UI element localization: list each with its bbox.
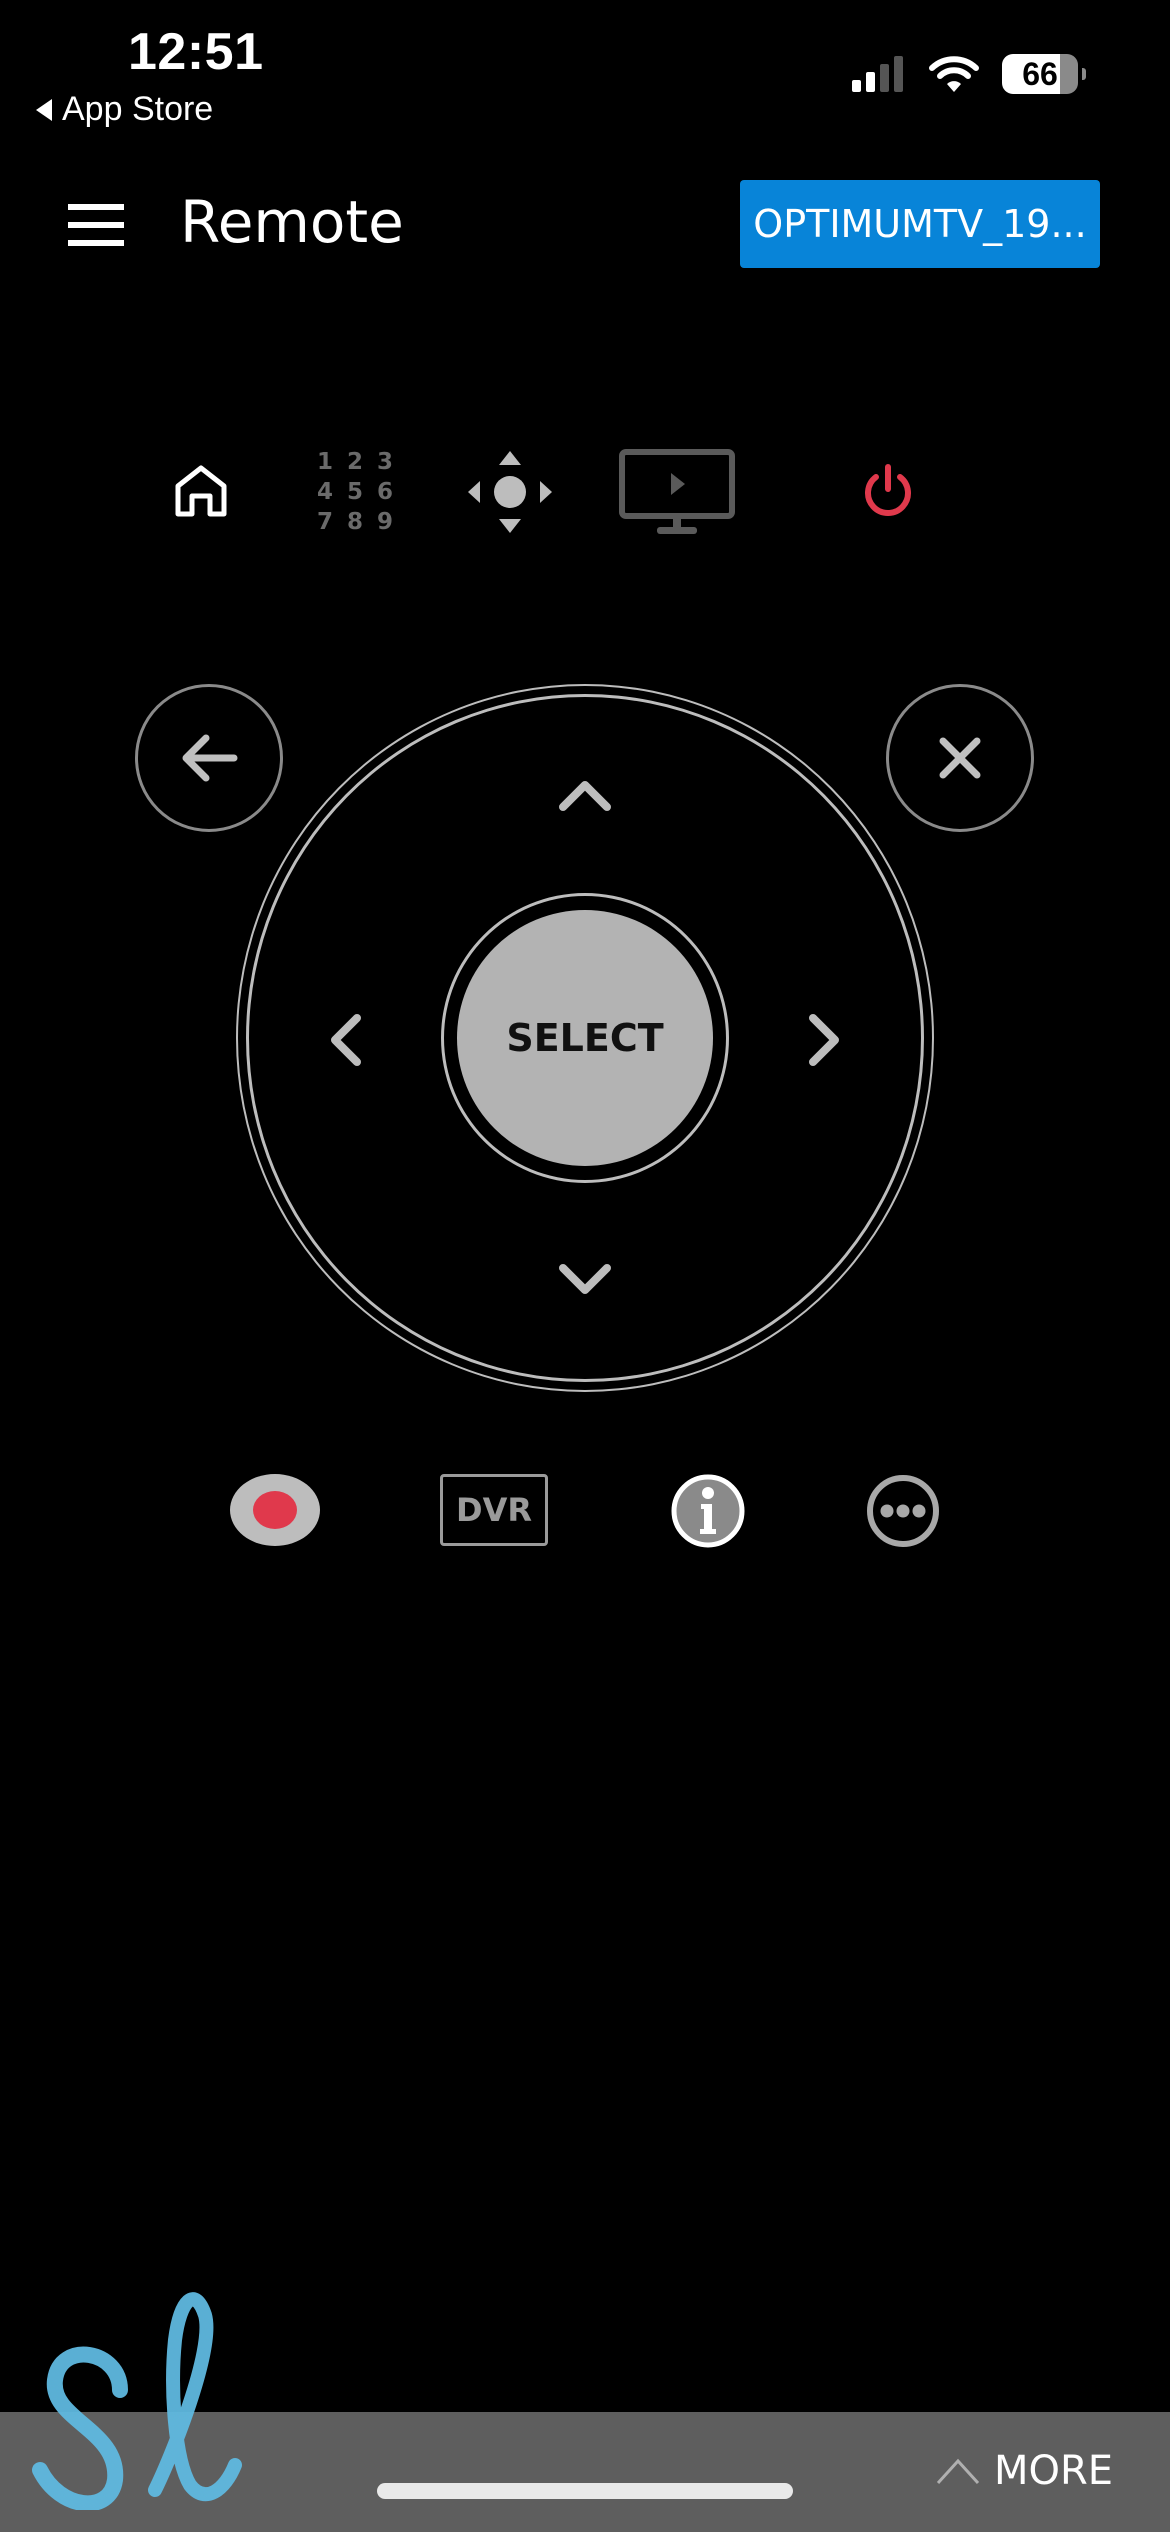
record-button[interactable] [228, 1464, 322, 1556]
close-icon [939, 737, 981, 779]
power-button[interactable] [852, 455, 924, 527]
back-arrow-icon [182, 734, 238, 782]
status-icons: 66 [850, 54, 1086, 94]
wifi-icon [929, 56, 979, 92]
number-keypad-icon: 123 456 789 [316, 449, 393, 535]
device-selector-button[interactable]: OPTIMUMTV_19... [740, 180, 1100, 268]
dpad-left-button[interactable] [315, 1000, 375, 1080]
chevron-up-icon [936, 2458, 980, 2485]
status-time: 12:51 [128, 23, 264, 81]
info-button[interactable] [666, 1469, 750, 1553]
close-button[interactable] [886, 684, 1034, 832]
chevron-up-icon [559, 781, 611, 811]
directional-pad-icon [468, 451, 552, 533]
page-title: Remote [180, 188, 404, 256]
back-app-label: App Store [62, 90, 214, 128]
more-options-icon [867, 1475, 939, 1547]
battery-indicator: 66 [1002, 54, 1086, 94]
hamburger-menu-icon[interactable] [68, 204, 124, 246]
home-icon [175, 465, 227, 517]
select-button[interactable]: SELECT [457, 910, 713, 1166]
back-to-app-link[interactable]: App Store [36, 90, 213, 129]
chevron-left-icon [331, 1014, 361, 1066]
tv-play-icon [619, 449, 735, 534]
dpad-up-button[interactable] [545, 765, 625, 825]
info-icon [671, 1474, 745, 1548]
keypad-button[interactable]: 123 456 789 [305, 442, 405, 542]
power-icon [865, 464, 911, 516]
home-indicator[interactable] [377, 2483, 793, 2499]
dpad-mode-button[interactable] [462, 446, 558, 538]
dpad-down-button[interactable] [545, 1250, 625, 1310]
home-button[interactable] [165, 455, 237, 527]
more-button[interactable]: MORE [936, 2448, 1113, 2494]
dpad-right-button[interactable] [795, 1000, 855, 1080]
more-options-button[interactable] [861, 1469, 945, 1553]
cellular-signal-icon [852, 56, 903, 92]
brand-logo [20, 2280, 250, 2515]
back-button[interactable] [135, 684, 283, 832]
chevron-down-icon [559, 1264, 611, 1294]
record-icon [230, 1474, 320, 1546]
dvr-button[interactable]: DVR [440, 1474, 548, 1546]
back-triangle-icon [36, 98, 52, 121]
logo-icon [32, 2292, 242, 2512]
more-label: MORE [994, 2448, 1114, 2494]
tv-button[interactable] [618, 446, 736, 538]
chevron-right-icon [809, 1014, 839, 1066]
